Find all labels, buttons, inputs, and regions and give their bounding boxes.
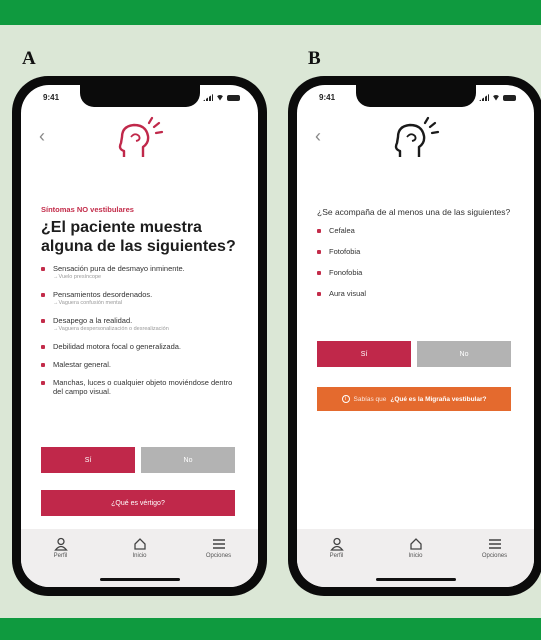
info-link-text: ¿Qué es la Migraña vestibular? — [390, 395, 487, 403]
tab-label: Inicio — [132, 553, 147, 559]
info-lead-text: Sabías que — [353, 395, 387, 403]
head-dizziness-icon — [394, 116, 439, 157]
symptom-section: Síntomas NO vestibulares ¿El paciente mu… — [41, 205, 242, 405]
home-indicator — [375, 578, 456, 581]
screen-a: 9:41 ‹ Síntomas NO vestibulares ¿El paci… — [21, 85, 258, 587]
menu-icon — [488, 539, 501, 549]
person-icon — [329, 537, 344, 551]
symptom-list: Sensación pura de desmayo inminente. →Vue… — [41, 264, 242, 396]
signal-icon — [479, 94, 489, 101]
person-icon — [53, 537, 68, 551]
answer-buttons: Sí No — [317, 341, 511, 367]
notch — [355, 85, 476, 107]
bottom-green-band — [0, 618, 541, 640]
wifi-icon — [216, 94, 224, 101]
list-item: Pensamientos desordenados. →Vaguera confu… — [41, 290, 242, 307]
section-subtitle: Síntomas NO vestibulares — [41, 205, 134, 214]
list-item: Desapego a la realidad. →Vaguera desperso… — [41, 316, 242, 333]
symptom-list: Cefalea Fotofobia Fonofobia Aura visual — [317, 226, 518, 298]
tab-label: Perfil — [53, 553, 68, 559]
list-item: Debilidad motora focal o generalizada. — [41, 342, 242, 351]
tab-label: Opciones — [205, 553, 232, 559]
tab-options[interactable]: Opciones — [189, 537, 249, 587]
back-chevron-icon[interactable]: ‹ — [39, 127, 45, 145]
answer-buttons: Sí No — [41, 447, 235, 473]
status-time: 9:41 — [43, 93, 60, 102]
question-section: ¿Se acompaña de al menos una de las sigu… — [317, 207, 518, 310]
tab-label: Opciones — [481, 553, 508, 559]
list-item: Sensación pura de desmayo inminente. →Vue… — [41, 264, 242, 281]
list-item: Manchas, luces o cualquier objeto movién… — [41, 378, 242, 396]
phone-b: 9:41 ‹ ¿Se acompaña de al menos una de l… — [288, 76, 541, 596]
info-icon: i — [341, 395, 350, 403]
screen-b: 9:41 ‹ ¿Se acompaña de al menos una de l… — [297, 85, 534, 587]
page-title: ¿El paciente muestra alguna de las sigui… — [41, 219, 236, 255]
yes-button[interactable]: Sí — [41, 447, 135, 473]
vestibular-migraine-info-button[interactable]: i Sabías que ¿Qué es la Migraña vestibul… — [317, 387, 511, 411]
home-icon — [133, 538, 146, 550]
battery-icon — [227, 94, 240, 101]
tab-label: Inicio — [408, 553, 423, 559]
wifi-icon — [492, 94, 500, 101]
what-is-vertigo-button[interactable]: ¿Qué es vértigo? — [41, 490, 235, 516]
question-text: ¿Se acompaña de al menos una de las sigu… — [317, 207, 511, 217]
bottom-tab-bar: Perfil Inicio Opciones — [297, 529, 534, 587]
tab-profile[interactable]: Perfil — [31, 537, 91, 587]
home-indicator — [99, 578, 180, 581]
yes-button[interactable]: Sí — [317, 341, 411, 367]
list-item: Fonofobia — [317, 268, 518, 277]
panel-label-b: B — [308, 48, 321, 69]
back-chevron-icon[interactable]: ‹ — [315, 127, 321, 145]
list-item: Fotofobia — [317, 247, 518, 256]
notch — [79, 85, 200, 107]
list-item: Aura visual — [317, 289, 518, 298]
top-green-band — [0, 0, 541, 25]
head-dizziness-icon — [118, 116, 163, 157]
battery-icon — [503, 94, 516, 101]
list-item: Cefalea — [317, 226, 518, 235]
no-button[interactable]: No — [141, 447, 235, 473]
signal-icon — [203, 94, 213, 101]
home-icon — [409, 538, 422, 550]
list-item: Malestar general. — [41, 360, 242, 369]
no-button[interactable]: No — [417, 341, 511, 367]
phone-a: 9:41 ‹ Síntomas NO vestibulares ¿El paci… — [12, 76, 267, 596]
tab-label: Perfil — [329, 553, 344, 559]
menu-icon — [212, 539, 225, 549]
tab-profile[interactable]: Perfil — [307, 537, 367, 587]
panel-label-a: A — [22, 48, 36, 69]
status-time: 9:41 — [319, 93, 336, 102]
bottom-tab-bar: Perfil Inicio Opciones — [21, 529, 258, 587]
tab-options[interactable]: Opciones — [465, 537, 525, 587]
